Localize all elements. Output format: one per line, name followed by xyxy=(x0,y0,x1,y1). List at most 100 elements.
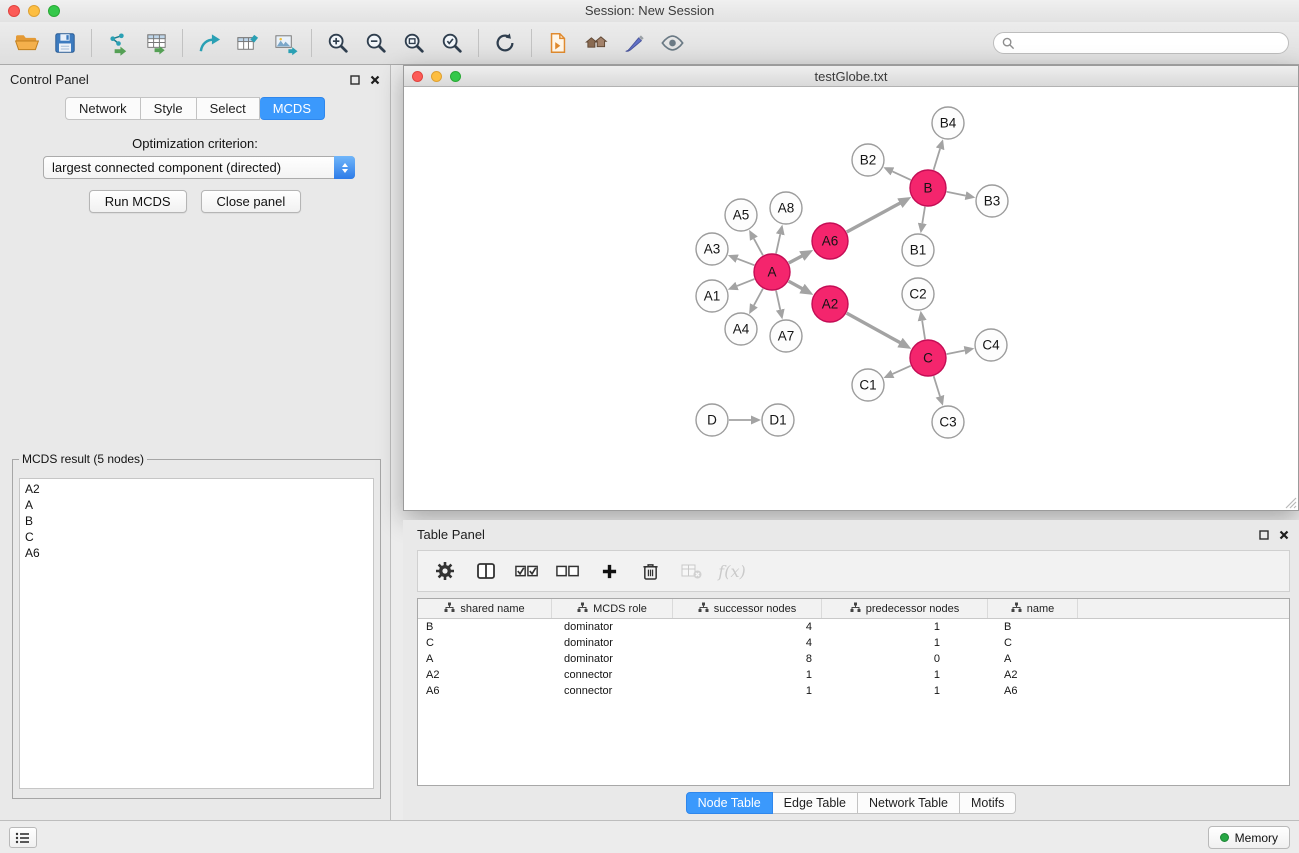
graph-node-A3[interactable]: A3 xyxy=(696,233,728,265)
graph-node-D[interactable]: D xyxy=(696,404,728,436)
close-window-button[interactable] xyxy=(8,5,20,17)
table-row[interactable]: A6connector11A6 xyxy=(418,683,1289,699)
graph-node-A2[interactable]: A2 xyxy=(812,286,848,322)
column-header-predecessor-nodes[interactable]: predecessor nodes xyxy=(822,599,988,618)
network-close-button[interactable] xyxy=(412,71,423,82)
graph-node-B4[interactable]: B4 xyxy=(932,107,964,139)
result-item[interactable]: A2 xyxy=(20,481,373,497)
graph-edge-A-A5[interactable] xyxy=(754,239,763,256)
column-header-successor-nodes[interactable]: successor nodes xyxy=(673,599,822,618)
welcome-screen-button[interactable] xyxy=(577,26,615,60)
select-all-rows-icon[interactable] xyxy=(515,559,539,583)
result-item[interactable]: A6 xyxy=(20,545,373,561)
delete-column-icon[interactable] xyxy=(638,559,662,583)
graph-node-C[interactable]: C xyxy=(910,340,946,376)
table-tab-node-table[interactable]: Node Table xyxy=(686,792,773,814)
add-column-icon[interactable] xyxy=(597,559,621,583)
graph-edge-A-A3[interactable] xyxy=(737,259,754,266)
graph-edge-A-A2[interactable] xyxy=(789,281,804,289)
tab-mcds[interactable]: MCDS xyxy=(260,97,325,120)
minimize-window-button[interactable] xyxy=(28,5,40,17)
graph-node-A7[interactable]: A7 xyxy=(770,320,802,352)
graph-edge-A-A6[interactable] xyxy=(789,255,804,263)
graph-node-A5[interactable]: A5 xyxy=(725,199,757,231)
graph-edge-A-A4[interactable] xyxy=(754,289,763,306)
import-table-button[interactable] xyxy=(137,26,175,60)
apply-layout-button[interactable] xyxy=(486,26,524,60)
graph-node-B1[interactable]: B1 xyxy=(902,234,934,266)
show-columns-icon[interactable] xyxy=(474,559,498,583)
close-panel-icon[interactable] xyxy=(370,72,380,90)
result-item[interactable]: A xyxy=(20,497,373,513)
run-mcds-button[interactable]: Run MCDS xyxy=(89,190,187,213)
network-canvas[interactable]: AA6A2BCA1A3A5A8A4A7B1B2B3B4C1C2C3C4DD1 xyxy=(404,88,1298,510)
graph-node-A8[interactable]: A8 xyxy=(770,192,802,224)
export-network-button[interactable] xyxy=(190,26,228,60)
import-network-button[interactable] xyxy=(99,26,137,60)
graph-node-B3[interactable]: B3 xyxy=(976,185,1008,217)
graph-node-B2[interactable]: B2 xyxy=(852,144,884,176)
float-table-panel-icon[interactable] xyxy=(1259,527,1269,545)
graph-node-C3[interactable]: C3 xyxy=(932,406,964,438)
table-tab-edge-table[interactable]: Edge Table xyxy=(773,792,858,814)
graph-edge-A-A8[interactable] xyxy=(776,234,780,253)
graph-edge-B-B2[interactable] xyxy=(892,171,910,180)
table-tab-motifs[interactable]: Motifs xyxy=(960,792,1016,814)
graph-edge-B-B4[interactable] xyxy=(934,149,940,170)
graph-edge-A2-C[interactable] xyxy=(847,313,902,343)
zoom-out-button[interactable] xyxy=(357,26,395,60)
graph-node-D1[interactable]: D1 xyxy=(762,404,794,436)
zoom-window-button[interactable] xyxy=(48,5,60,17)
show-panels-button[interactable] xyxy=(9,827,37,848)
column-header-name[interactable]: name xyxy=(988,599,1078,618)
graph-edge-C-C3[interactable] xyxy=(934,376,940,396)
graph-edge-C-C4[interactable] xyxy=(947,350,965,354)
style-brush-button[interactable] xyxy=(615,26,653,60)
tab-network[interactable]: Network xyxy=(65,97,141,120)
search-input[interactable] xyxy=(1020,36,1275,51)
table-settings-gear-icon[interactable] xyxy=(433,559,457,583)
table-row[interactable]: Bdominator41B xyxy=(418,619,1289,635)
graphics-details-button[interactable] xyxy=(653,26,691,60)
export-image-button[interactable] xyxy=(266,26,304,60)
graph-node-B[interactable]: B xyxy=(910,170,946,206)
table-row[interactable]: A2connector11A2 xyxy=(418,667,1289,683)
network-zoom-button[interactable] xyxy=(450,71,461,82)
float-panel-icon[interactable] xyxy=(350,72,360,90)
zoom-in-button[interactable] xyxy=(319,26,357,60)
column-header-shared-name[interactable]: shared name xyxy=(418,599,552,618)
graph-node-A1[interactable]: A1 xyxy=(696,280,728,312)
tab-style[interactable]: Style xyxy=(141,97,197,120)
table-row[interactable]: Cdominator41C xyxy=(418,635,1289,651)
session-document-button[interactable] xyxy=(539,26,577,60)
tab-select[interactable]: Select xyxy=(197,97,260,120)
graph-edge-A-A1[interactable] xyxy=(737,279,754,286)
graph-node-A4[interactable]: A4 xyxy=(725,313,757,345)
graph-edge-A6-B[interactable] xyxy=(847,202,902,232)
graph-edge-B-B1[interactable] xyxy=(922,207,925,224)
graph-edge-B-B3[interactable] xyxy=(947,192,966,196)
graph-edge-C-C2[interactable] xyxy=(922,321,925,340)
mcds-result-list[interactable]: A2ABCA6 xyxy=(19,478,374,789)
criterion-dropdown[interactable]: largest connected component (directed) xyxy=(43,156,355,179)
table-tab-network-table[interactable]: Network Table xyxy=(858,792,960,814)
search-box[interactable] xyxy=(993,32,1289,54)
graph-node-C2[interactable]: C2 xyxy=(902,278,934,310)
network-minimize-button[interactable] xyxy=(431,71,442,82)
zoom-fit-button[interactable] xyxy=(395,26,433,60)
deselect-all-rows-icon[interactable] xyxy=(556,559,580,583)
graph-node-C1[interactable]: C1 xyxy=(852,369,884,401)
resize-grip-icon[interactable] xyxy=(1284,496,1297,509)
result-item[interactable]: B xyxy=(20,513,373,529)
zoom-selected-button[interactable] xyxy=(433,26,471,60)
memory-button[interactable]: Memory xyxy=(1208,826,1290,849)
column-header-MCDS-role[interactable]: MCDS role xyxy=(552,599,673,618)
result-item[interactable]: C xyxy=(20,529,373,545)
table-row[interactable]: Adominator80A xyxy=(418,651,1289,667)
export-table-button[interactable] xyxy=(228,26,266,60)
save-session-button[interactable] xyxy=(46,26,84,60)
close-table-panel-icon[interactable] xyxy=(1279,527,1289,545)
graph-node-A6[interactable]: A6 xyxy=(812,223,848,259)
graph-edge-A-A7[interactable] xyxy=(776,291,780,310)
graph-node-A[interactable]: A xyxy=(754,254,790,290)
